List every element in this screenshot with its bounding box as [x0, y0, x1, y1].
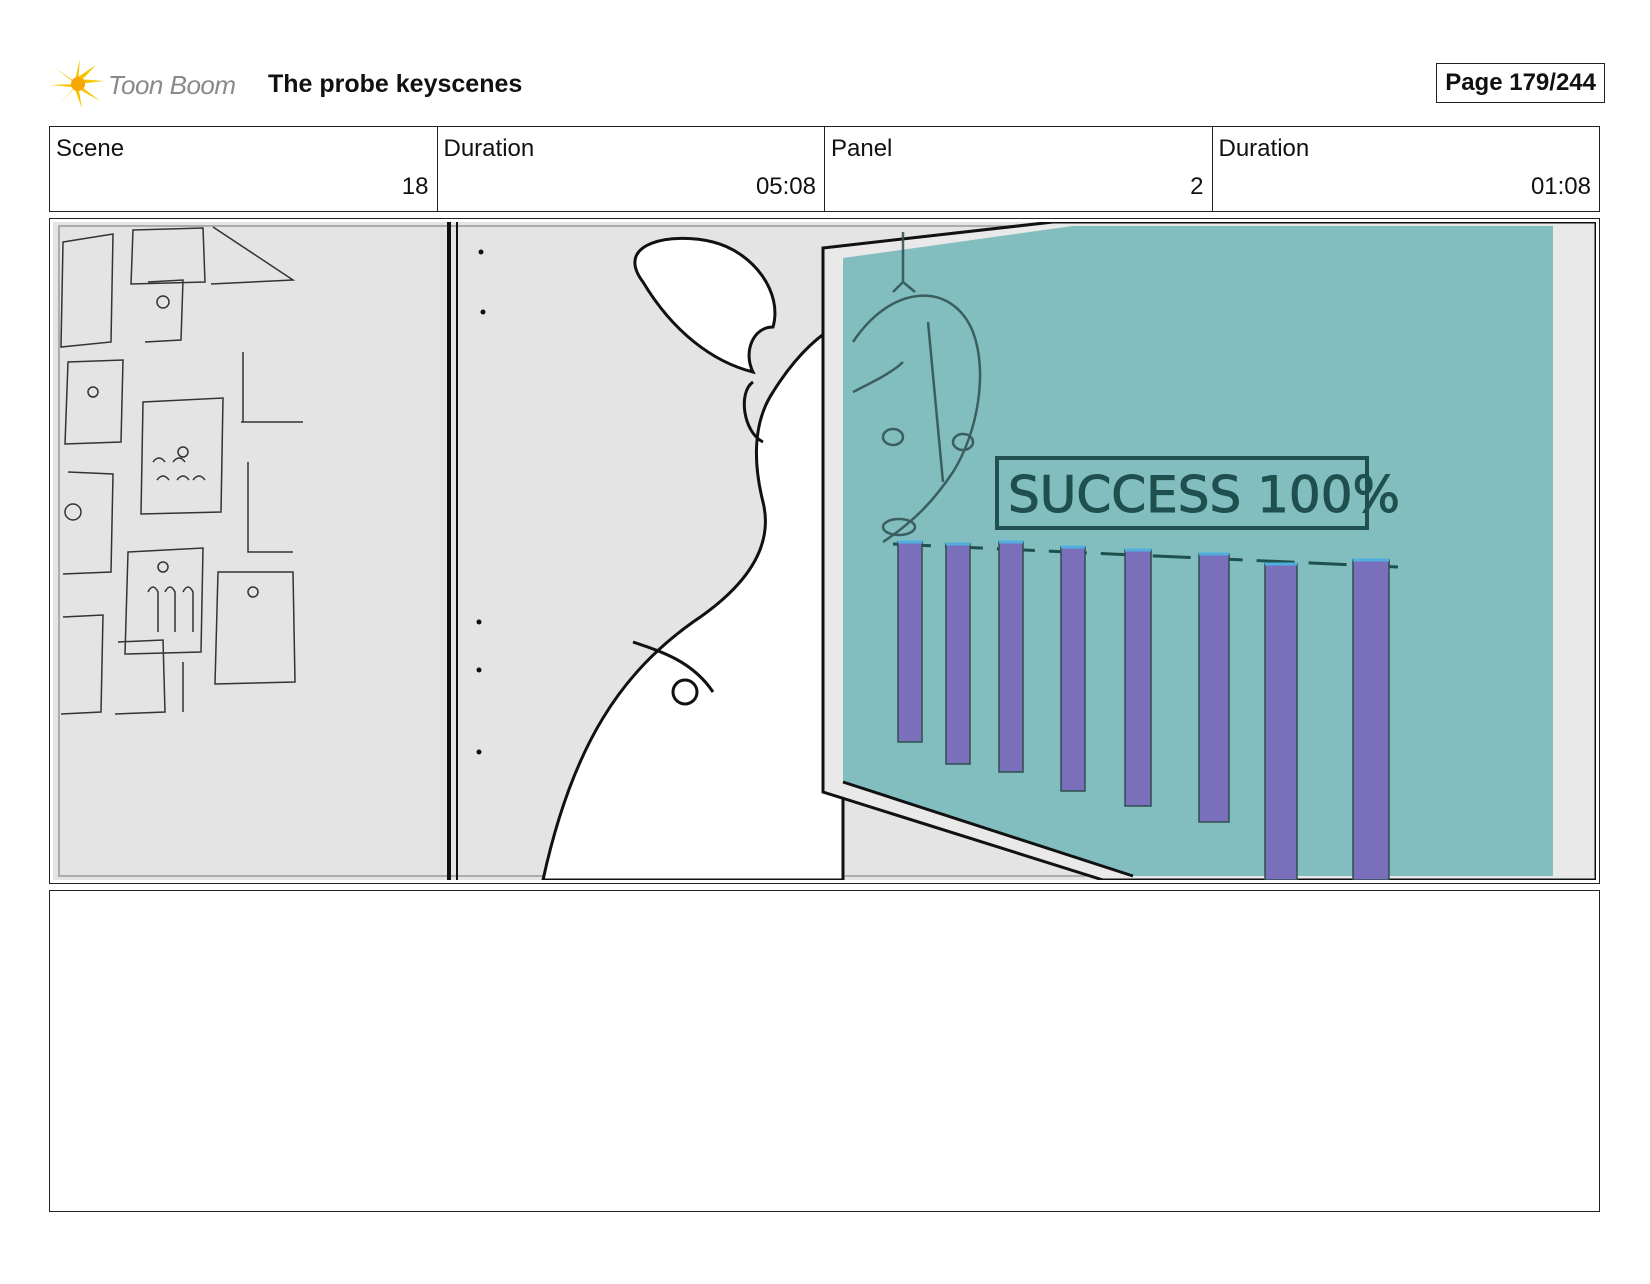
panel-value: 2	[1190, 173, 1204, 200]
page-number: Page 179/244	[1436, 63, 1605, 103]
panel-cell: Panel 2	[825, 127, 1213, 211]
bar-8	[1352, 559, 1390, 880]
logo-text: Toon Boom	[108, 70, 236, 100]
bar-4	[1060, 546, 1086, 792]
document-title: The probe keyscenes	[268, 70, 523, 98]
panel-duration-cell: Duration 01:08	[1213, 127, 1600, 211]
starburst-icon	[50, 59, 104, 109]
bar-7	[1264, 563, 1298, 880]
scene-value: 18	[401, 173, 429, 200]
panel-duration-value: 01:08	[1530, 173, 1591, 200]
bar-5	[1124, 549, 1152, 807]
scene-info-table: Scene 18 Duration 05:08 Panel 2 Duration…	[49, 126, 1600, 212]
success-sign-text: SUCCESS 100%	[1008, 466, 1400, 524]
scene-label: Scene	[56, 135, 125, 162]
scene-duration-cell: Duration 05:08	[438, 127, 825, 211]
bar-2	[945, 543, 971, 765]
storyboard-panel: SUCCESS 100%	[49, 218, 1600, 884]
panel-label: Panel	[831, 135, 893, 162]
scene-duration-label: Duration	[443, 135, 535, 162]
toon-boom-logo: Toon Boom	[50, 59, 250, 109]
panel-drawing: SUCCESS 100%	[53, 222, 1596, 880]
scene-duration-value: 05:08	[755, 173, 816, 200]
bar-1	[897, 541, 923, 743]
page-header: Toon Boom The probe keyscenes Page 179/2…	[50, 55, 1610, 110]
panel-notes-box	[49, 890, 1600, 1212]
bar-3	[998, 541, 1024, 773]
panel-duration-label: Duration	[1218, 135, 1310, 162]
scene-cell: Scene 18	[50, 127, 438, 211]
bar-6	[1198, 553, 1230, 823]
